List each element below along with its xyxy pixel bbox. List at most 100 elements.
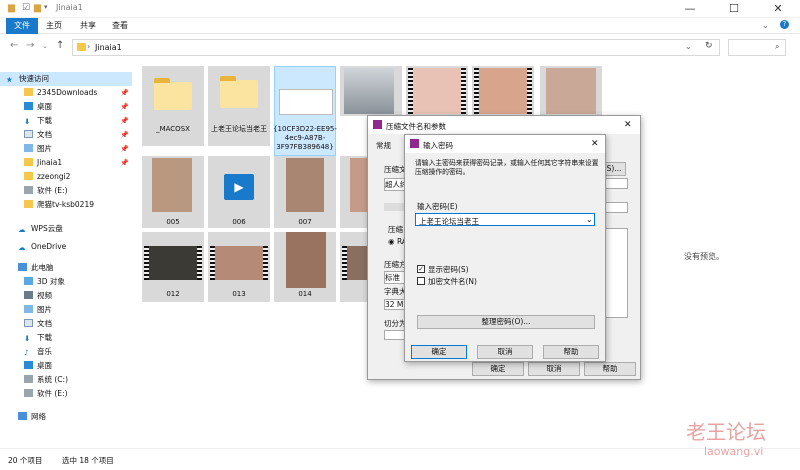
- file-item[interactable]: [472, 66, 534, 116]
- show-password-label: 显示密码(S): [428, 265, 469, 274]
- file-name: _MACOSX: [156, 125, 190, 133]
- pin-icon[interactable]: 📌: [120, 117, 129, 125]
- sidebar-item-pictures-pc[interactable]: 图片: [24, 303, 52, 316]
- quick-access-dropdown-icon[interactable]: ▾: [44, 3, 48, 11]
- sidebar-this-pc[interactable]: 此电脑: [18, 261, 54, 274]
- sidebar-item-downloads[interactable]: ⬇ 下载: [24, 114, 52, 127]
- sidebar-label: 桌面: [37, 102, 52, 111]
- file-item[interactable]: [142, 66, 204, 146]
- window-titlebar: ▆ ☑ ▆ ▾ Jinaia1 — ☐ ✕: [0, 0, 800, 18]
- sidebar-item-tv-folder[interactable]: 爬猫tv-ksb0219: [24, 198, 94, 211]
- sidebar-item-2345downloads[interactable]: 2345Downloads: [24, 86, 97, 99]
- video-thumbnail: [210, 246, 268, 280]
- sidebar-item-3d-objects[interactable]: 3D 对象: [24, 275, 65, 288]
- pin-icon[interactable]: 📌: [120, 89, 129, 97]
- sidebar-quick-access[interactable]: ★ 快速访问: [6, 72, 49, 85]
- sidebar-item-drive-c[interactable]: 系统 (C:): [24, 373, 68, 386]
- help-icon[interactable]: ?: [780, 20, 789, 29]
- search-icon: ⌕: [775, 42, 780, 51]
- tab-view[interactable]: 查看: [104, 18, 136, 34]
- up-icon[interactable]: ↑: [56, 40, 64, 51]
- encrypt-names-label: 加密文件名(N): [428, 277, 477, 286]
- back-icon[interactable]: ←: [10, 40, 18, 51]
- file-item[interactable]: [540, 66, 602, 116]
- address-dropdown-icon[interactable]: ⌄: [685, 42, 692, 51]
- close-icon[interactable]: ✕: [624, 120, 632, 130]
- maximize-button[interactable]: ☐: [712, 0, 756, 18]
- show-password-checkbox[interactable]: ✓: [417, 265, 425, 273]
- minimize-button[interactable]: —: [668, 0, 712, 18]
- sidebar-item-documents-pc[interactable]: 文档: [24, 317, 52, 330]
- encrypt-names-checkbox[interactable]: [417, 277, 425, 285]
- ok-button[interactable]: 确定: [411, 345, 467, 359]
- file-name: 013: [232, 290, 246, 298]
- help-button[interactable]: 帮助: [584, 362, 636, 376]
- breadcrumb-folder[interactable]: Jinaia1: [95, 43, 122, 52]
- recent-locations-icon[interactable]: ⌄: [42, 42, 48, 50]
- ok-button[interactable]: 确定: [472, 362, 524, 376]
- sidebar-label: 下载: [37, 116, 52, 125]
- tab-home[interactable]: 主页: [38, 18, 70, 34]
- sidebar-label: 桌面: [37, 361, 52, 370]
- video-icon: [24, 291, 33, 299]
- sidebar-item-videos[interactable]: 视频: [24, 289, 52, 302]
- sidebar-item-drive-e[interactable]: 软件 (E:): [24, 184, 68, 197]
- sidebar-onedrive[interactable]: ☁ OneDrive: [18, 240, 66, 253]
- sidebar-item-pictures[interactable]: 图片: [24, 142, 52, 155]
- tab-share[interactable]: 共享: [72, 18, 104, 34]
- sidebar-wps-cloud[interactable]: ☁ WPS云盘: [18, 222, 63, 235]
- new-folder-icon[interactable]: ▆: [34, 3, 41, 13]
- sidebar-label: 文档: [37, 319, 52, 328]
- file-item[interactable]: [208, 66, 270, 146]
- pin-icon[interactable]: 📌: [120, 131, 129, 139]
- organize-passwords-button[interactable]: 整理密码(O)...: [417, 315, 595, 329]
- pin-icon[interactable]: 📌: [120, 103, 129, 111]
- tab-general[interactable]: 常规: [376, 140, 391, 151]
- password-input[interactable]: 上老王论坛当老王 ⌄: [415, 213, 595, 226]
- image-thumbnail: [152, 158, 192, 212]
- close-button[interactable]: ✕: [756, 0, 800, 18]
- video-thumbnail: [408, 68, 466, 114]
- properties-icon[interactable]: ☑: [22, 3, 30, 13]
- desktop-icon: [24, 361, 33, 369]
- sidebar-item-zzeongi2[interactable]: zzeongi2: [24, 170, 70, 183]
- sidebar-label: 快速访问: [19, 74, 49, 83]
- sidebar-item-drive-e-pc[interactable]: 软件 (E:): [24, 387, 68, 400]
- cancel-button[interactable]: 取消: [528, 362, 580, 376]
- pin-icon[interactable]: 📌: [120, 159, 129, 167]
- sidebar-item-desktop[interactable]: 桌面: [24, 100, 52, 113]
- address-bar[interactable]: › Jinaia1 ⌄ ↻: [72, 39, 720, 56]
- winrar-icon: [373, 120, 382, 129]
- tab-file[interactable]: 文件: [6, 18, 38, 34]
- sidebar-item-jinaia1[interactable]: Jinaia1: [24, 156, 62, 169]
- update-mode[interactable]: [384, 203, 404, 211]
- sidebar-network[interactable]: 网络: [18, 410, 46, 423]
- file-item[interactable]: [406, 66, 468, 116]
- watermark-logo: 老王论坛: [686, 420, 766, 444]
- navigation-pane: ★ 快速访问 2345Downloads 📌 桌面 📌 ⬇ 下载 📌 文档 📌 图片…: [0, 68, 136, 448]
- password-value: 上老王论坛当老王: [419, 217, 479, 226]
- sidebar-label: OneDrive: [31, 242, 67, 251]
- password-label: 输入密码(E): [417, 202, 458, 211]
- refresh-icon[interactable]: ↻: [705, 41, 713, 51]
- sidebar-item-music[interactable]: ♪ 音乐: [24, 345, 52, 358]
- forward-icon[interactable]: →: [26, 40, 34, 51]
- expand-ribbon-icon[interactable]: ⌄: [762, 21, 769, 30]
- folder-icon: [24, 200, 33, 208]
- chevron-down-icon[interactable]: ⌄: [586, 215, 593, 224]
- file-name: 007: [298, 218, 312, 226]
- sidebar-item-downloads-pc[interactable]: ⬇ 下载: [24, 331, 52, 344]
- sidebar-label: 图片: [37, 144, 52, 153]
- drive-icon: [24, 389, 33, 397]
- file-item[interactable]: [340, 66, 402, 116]
- image-thumbnail: [286, 232, 326, 288]
- sidebar-item-desktop-pc[interactable]: 桌面: [24, 359, 52, 372]
- search-input[interactable]: ⌕: [728, 39, 786, 56]
- sidebar-label: zzeongi2: [37, 172, 71, 181]
- close-icon[interactable]: ✕: [591, 139, 599, 149]
- sidebar-item-documents[interactable]: 文档: [24, 128, 52, 141]
- pin-icon[interactable]: 📌: [120, 145, 129, 153]
- help-button[interactable]: 帮助: [543, 345, 599, 359]
- cancel-button[interactable]: 取消: [477, 345, 533, 359]
- computer-icon: [18, 263, 27, 271]
